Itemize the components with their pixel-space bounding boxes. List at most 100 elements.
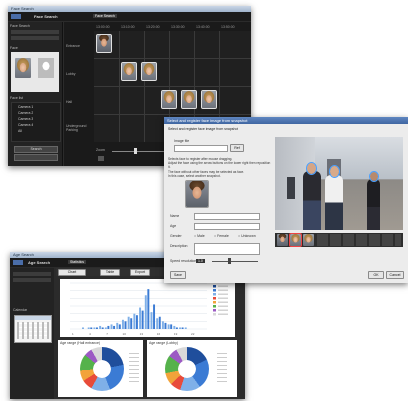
export-button[interactable]: Export: [130, 269, 150, 276]
bar: [116, 322, 119, 329]
detected-face-thumbnail[interactable]: [201, 90, 217, 109]
camera-option[interactable]: Camera 3: [18, 117, 33, 121]
camera-option[interactable]: Camera 4: [18, 123, 33, 127]
bar: [147, 289, 150, 329]
search-button-secondary[interactable]: [14, 154, 58, 161]
row-label: Entrance: [66, 44, 81, 48]
age-input[interactable]: [194, 223, 260, 230]
bar: [184, 327, 187, 329]
bar: [104, 327, 107, 329]
zoom-label: Zoom: [96, 148, 105, 152]
save-button[interactable]: Save: [170, 271, 186, 279]
person-head: [306, 162, 317, 175]
app-logo-icon: [11, 14, 21, 19]
detected-face-thumbnail[interactable]: [161, 90, 177, 109]
row-label: Underground Parking: [66, 124, 87, 132]
snapshot-view[interactable]: [275, 137, 403, 230]
zoom-slider-handle[interactable]: [134, 148, 137, 154]
sidebar-field[interactable]: [13, 272, 51, 276]
gender-radio-unknown[interactable]: ○ Unknown: [238, 234, 256, 238]
detected-face-thumbnail[interactable]: [141, 62, 157, 81]
bar: [113, 325, 116, 329]
query-face-thumbnail[interactable]: [15, 58, 31, 78]
cancel-button[interactable]: Cancel: [386, 271, 404, 279]
legend-text-placeholder: [218, 285, 228, 287]
scroll-left-button[interactable]: [98, 156, 104, 161]
timeline-header: 13:00:00 13:10:00 13:20:00 13:30:00 13:4…: [94, 24, 251, 30]
bar: [107, 325, 110, 329]
x-tick-label: 13: [140, 332, 144, 336]
detected-face-thumbnail[interactable]: [181, 90, 197, 109]
pie-title: Age range (Hall entrance): [60, 341, 101, 345]
gender-radio-male[interactable]: ○ Male: [194, 234, 205, 238]
detected-face-thumbnail[interactable]: [121, 62, 137, 81]
sidebar-field[interactable]: [13, 278, 51, 282]
app-logo-icon: [13, 260, 23, 265]
strip-face-thumbnail[interactable]: [303, 234, 314, 246]
legend-text-placeholder: [218, 309, 228, 311]
legend-text-placeholder: [218, 293, 228, 295]
bar: [95, 327, 98, 329]
camera-option[interactable]: All: [18, 129, 22, 133]
strip-face-thumbnail[interactable]: [289, 233, 302, 247]
calendar-label: Calendar: [13, 308, 28, 312]
dialog-instruction: Select and register face image from snap…: [168, 127, 239, 131]
bar: [175, 327, 178, 329]
strip-empty-slot: [317, 234, 401, 246]
description-text: Selects face to register after mouse dra…: [168, 157, 271, 178]
name-input[interactable]: [194, 213, 260, 220]
image-file-input[interactable]: [174, 145, 228, 152]
speed-slider-handle[interactable]: [228, 258, 231, 264]
bar: [93, 327, 96, 329]
legend-swatch: [213, 289, 216, 292]
pie-chart-lobby: [165, 347, 209, 391]
dialog-titlebar: Select and register face image from snap…: [164, 117, 408, 124]
legend-text-placeholder: [218, 305, 228, 307]
speed-label: Speed resolution: [170, 259, 197, 263]
query-face-panel: [11, 52, 59, 92]
registered-face-preview[interactable]: [185, 180, 209, 208]
field-label: Age: [170, 224, 177, 228]
x-tick-label: 16: [157, 332, 161, 336]
ok-button[interactable]: OK: [368, 271, 384, 279]
bar: [161, 321, 164, 329]
sidebar-field[interactable]: [11, 36, 59, 40]
search-button[interactable]: Search: [14, 146, 58, 153]
query-face-silhouette: [38, 58, 54, 78]
x-tick-label: 7: [106, 332, 108, 336]
sidebar-section-list: Face list: [10, 96, 24, 100]
bar: [110, 324, 113, 329]
person-head: [329, 165, 340, 178]
browse-button[interactable]: Ref: [230, 144, 244, 152]
bar: [127, 316, 130, 329]
x-tick-label: 19: [174, 332, 178, 336]
calendar-widget[interactable]: [14, 315, 52, 343]
sidebar-field[interactable]: [11, 30, 59, 34]
x-tick-label: 22: [191, 332, 195, 336]
legend-swatch: [213, 293, 216, 296]
camera-options-list: Camera 1 Camera 2 Camera 3 Camera 4 All: [11, 102, 61, 142]
bar: [181, 327, 184, 329]
calendar-header: [15, 316, 51, 320]
camera-option[interactable]: Camera 1: [18, 105, 33, 109]
sidebar: Face Search Face Face list Camera 1 Came…: [8, 22, 63, 166]
detected-face-thumbnail[interactable]: [96, 34, 112, 53]
bar: [130, 318, 133, 329]
gender-radio-female[interactable]: ○ Female: [214, 234, 229, 238]
bar: [170, 324, 173, 329]
speed-slider[interactable]: [212, 261, 258, 262]
legend-swatch: [213, 313, 216, 316]
detected-faces-strip: [275, 233, 403, 247]
chart-view-button[interactable]: Chart: [58, 269, 86, 276]
legend-text-placeholder: [218, 289, 228, 291]
strip-face-thumbnail[interactable]: [277, 234, 288, 246]
app-title: Face Search: [34, 14, 58, 19]
table-view-button[interactable]: Table: [100, 269, 120, 276]
pie-panel-1: Age range (Hall entrance): [58, 340, 143, 397]
tab-statistics[interactable]: Statistics: [68, 260, 87, 264]
tab-face-search[interactable]: Face Search: [93, 14, 117, 18]
register-face-dialog: Select and register face image from snap…: [164, 117, 408, 283]
bar: [82, 327, 84, 329]
camera-option[interactable]: Camera 2: [18, 111, 33, 115]
description-input[interactable]: [194, 243, 260, 255]
